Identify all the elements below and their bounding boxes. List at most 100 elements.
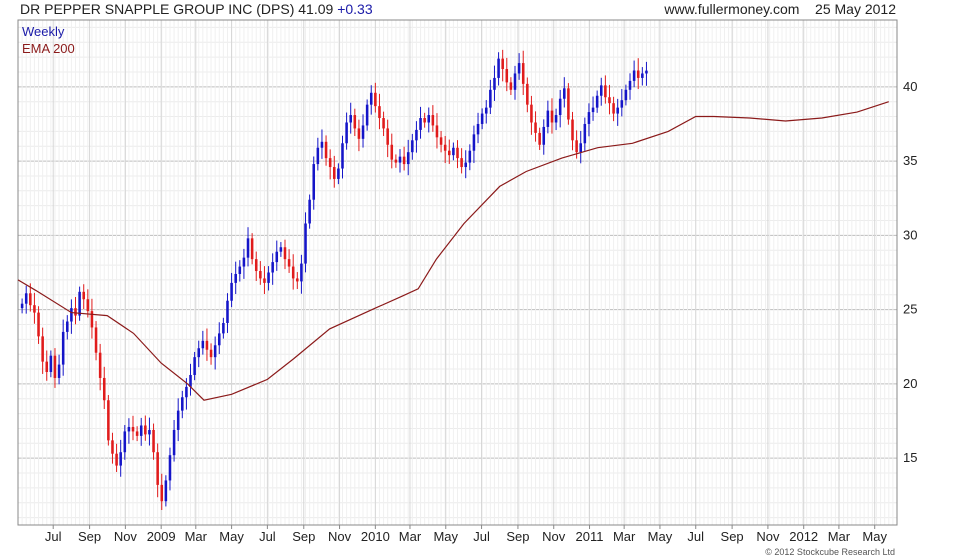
candle <box>242 248 246 279</box>
candle <box>365 99 369 131</box>
candle <box>386 119 389 158</box>
x-tick-label: Nov <box>328 529 352 544</box>
candle-body <box>460 158 463 168</box>
candle <box>509 77 513 96</box>
candle-body <box>361 125 365 139</box>
candle-body <box>353 115 357 129</box>
candle-body <box>468 150 472 163</box>
candle-body <box>275 251 279 263</box>
candle-body <box>542 126 546 145</box>
candle-body <box>526 83 529 105</box>
candle <box>119 439 122 477</box>
candle-body <box>534 122 537 133</box>
candle <box>246 227 250 267</box>
candle-body <box>394 159 398 163</box>
x-tick-label: Nov <box>114 529 138 544</box>
candle-body <box>599 85 603 96</box>
x-tick-label: Sep <box>506 529 529 544</box>
candle <box>505 57 509 92</box>
candle-body <box>472 134 476 151</box>
candle-body <box>107 400 110 441</box>
candle-body <box>230 282 233 301</box>
candle <box>205 328 209 361</box>
candle <box>238 260 242 282</box>
candle <box>82 284 85 310</box>
candle-body <box>567 88 570 120</box>
candle-body <box>497 58 500 78</box>
candle-body <box>595 95 599 108</box>
candle <box>33 292 36 324</box>
candle-body <box>312 164 316 200</box>
candle <box>641 67 644 86</box>
candle <box>296 272 299 289</box>
candle <box>423 112 426 128</box>
candle <box>61 319 65 376</box>
candle <box>275 240 279 271</box>
candle <box>209 343 213 365</box>
candle-body <box>197 348 201 358</box>
candle-body <box>419 118 422 130</box>
candle <box>45 350 49 381</box>
candle <box>534 111 537 142</box>
candle <box>571 111 574 151</box>
candle-body <box>304 223 307 264</box>
candle <box>172 419 176 462</box>
candle <box>378 93 381 130</box>
candle-body <box>131 426 135 432</box>
candle-body <box>98 352 102 378</box>
candle <box>415 121 418 153</box>
chart-grid <box>18 20 897 525</box>
candle <box>353 108 357 137</box>
candle <box>554 108 558 131</box>
x-tick-label: 2009 <box>147 529 176 544</box>
candle <box>431 105 435 132</box>
candle-body <box>563 88 566 99</box>
candle-body <box>628 80 632 90</box>
candle <box>148 417 151 446</box>
candle-body <box>127 426 131 432</box>
y-tick-label: 30 <box>903 227 917 242</box>
candle-body <box>267 272 270 283</box>
candle <box>41 327 44 374</box>
candle <box>579 130 582 164</box>
candle <box>181 390 184 419</box>
candle-body <box>308 199 311 224</box>
candle-body <box>172 429 176 456</box>
candle <box>493 65 496 101</box>
candle-body <box>349 115 352 123</box>
candle-body <box>456 147 459 159</box>
candle <box>144 415 147 441</box>
candle-body <box>135 431 139 436</box>
candle-body <box>431 115 435 126</box>
candle-body <box>217 333 221 346</box>
candle <box>131 415 135 441</box>
candle-body <box>341 143 344 169</box>
candle-body <box>263 278 266 283</box>
candle-body <box>74 308 77 316</box>
candle <box>542 119 546 155</box>
candle-body <box>193 357 196 375</box>
candle-body <box>575 140 578 153</box>
x-tick-label: Sep <box>292 529 315 544</box>
candle-body <box>546 110 550 127</box>
candle-body <box>242 257 246 267</box>
candle-body <box>246 238 250 258</box>
candle-body <box>250 238 254 260</box>
candle-body <box>530 104 533 123</box>
y-tick-label: 35 <box>903 153 917 168</box>
candle-body <box>115 453 118 466</box>
candle <box>74 297 77 325</box>
candle-body <box>571 119 574 141</box>
candle-body <box>538 132 541 145</box>
candle <box>222 317 225 339</box>
x-tick-label: Jul <box>687 529 704 544</box>
legend-weekly: Weekly <box>22 24 65 39</box>
candle <box>70 299 73 334</box>
candle <box>419 106 422 139</box>
candle-body <box>624 89 628 101</box>
candle <box>435 113 439 149</box>
x-tick-label: Jul <box>473 529 490 544</box>
candle-body <box>411 140 414 153</box>
candle <box>448 139 451 164</box>
y-tick-label: 20 <box>903 376 917 391</box>
